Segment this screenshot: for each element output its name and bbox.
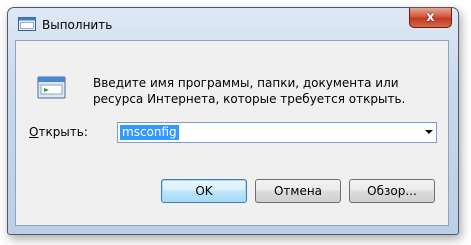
run-dialog-icon	[18, 17, 36, 31]
open-combobox[interactable]: msconfig	[117, 122, 437, 143]
title-bar[interactable]: Выполнить x	[8, 8, 458, 42]
run-dialog-window: Выполнить x Введите имя программы, папки…	[7, 7, 459, 235]
window-title: Выполнить	[42, 18, 113, 32]
dialog-description: Введите имя программы, папки, документа …	[93, 76, 406, 106]
cancel-button[interactable]: Отмена	[255, 179, 341, 203]
chevron-down-icon[interactable]	[425, 130, 433, 134]
close-button[interactable]: x	[409, 8, 452, 28]
open-label-text: ткрыть:	[38, 125, 88, 139]
ok-button[interactable]: OK	[161, 179, 247, 203]
close-icon: x	[426, 10, 435, 25]
button-bar: OK Отмена Обзор...	[16, 167, 448, 225]
open-label: Открыть:	[29, 125, 88, 139]
dialog-body: Введите имя программы, папки, документа …	[15, 40, 449, 226]
run-program-icon	[37, 76, 66, 99]
browse-button[interactable]: Обзор...	[349, 179, 435, 203]
open-input[interactable]: msconfig	[120, 125, 179, 140]
